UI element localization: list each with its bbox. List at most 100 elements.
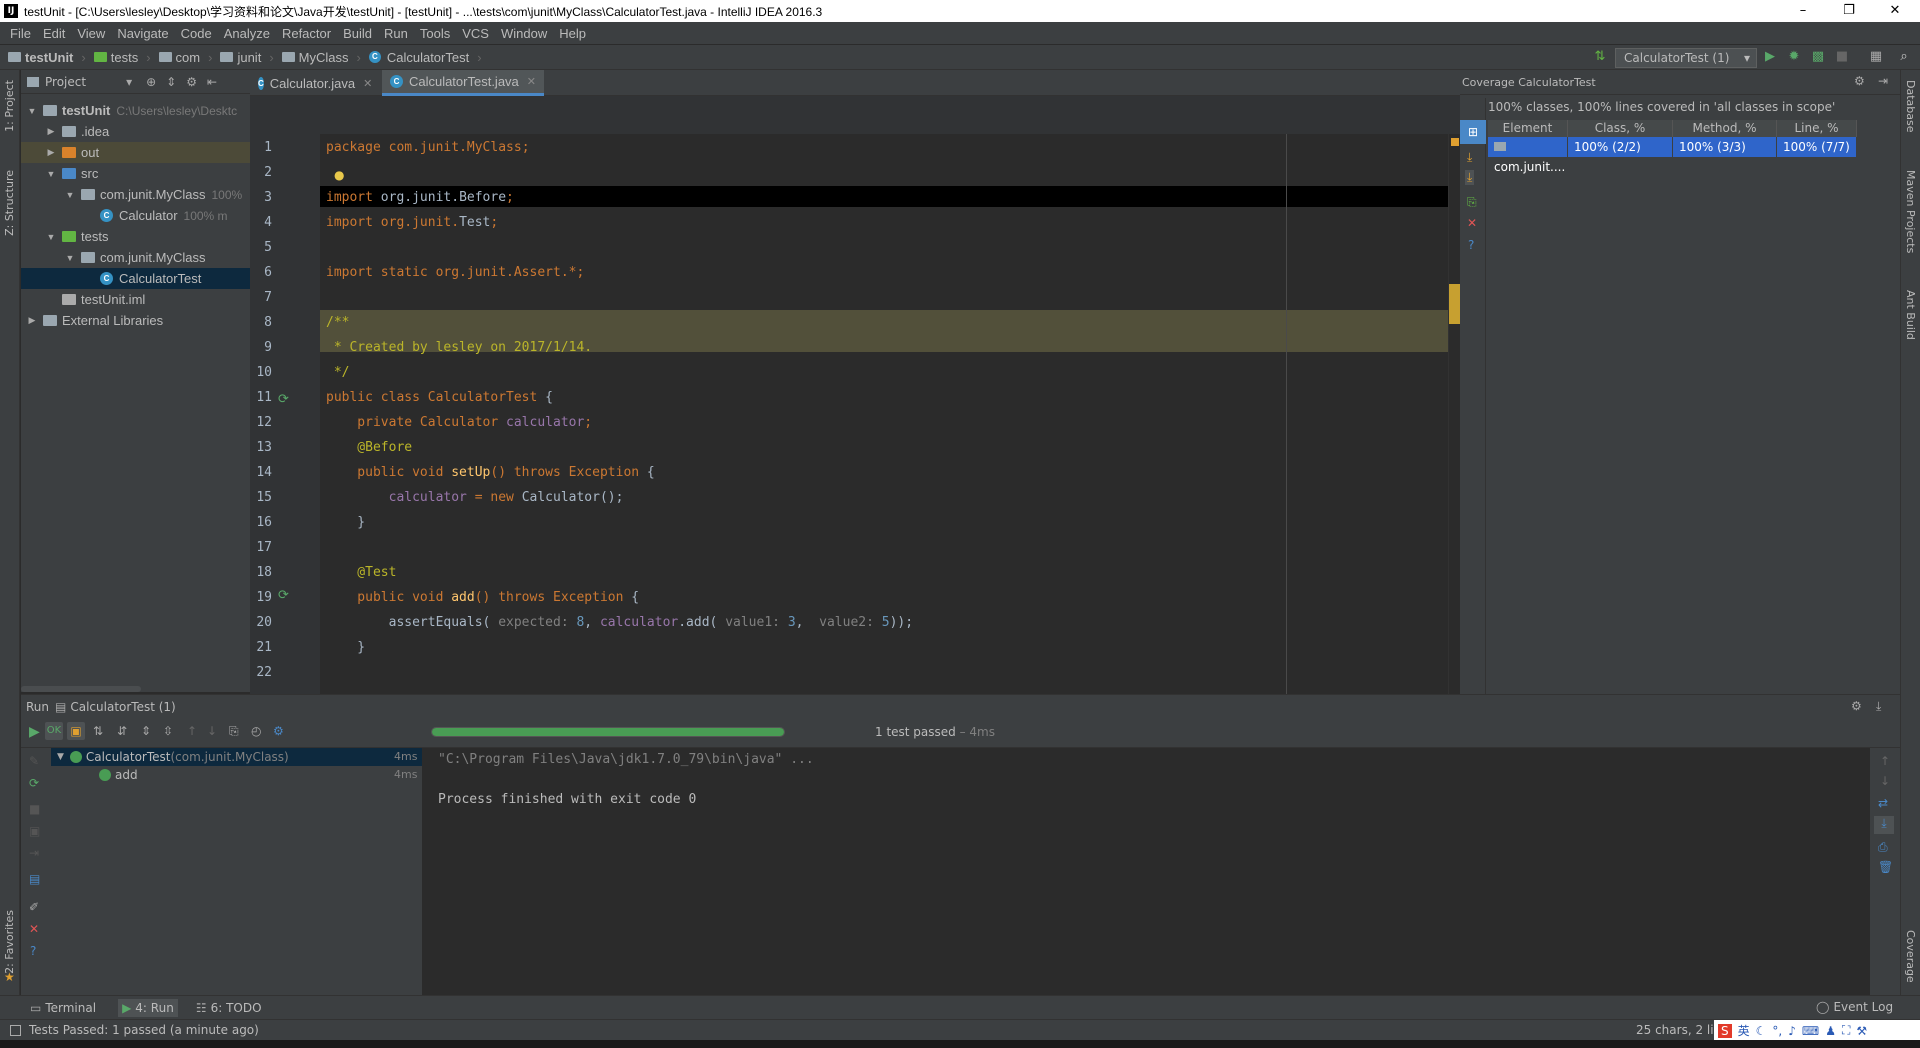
breadcrumb-myclass[interactable]: MyClass › [281,50,361,65]
tab-calculatortest-java[interactable]: C CalculatorTest.java ✕ [382,70,544,96]
coverage-tool-tab[interactable]: Coverage [1904,930,1917,983]
run-icon[interactable]: ▶ [1762,49,1778,65]
terminal-tool-tab[interactable]: ▭ Terminal [30,1001,96,1015]
gear-icon[interactable]: ⚙ [186,75,197,89]
breadcrumb-tests[interactable]: tests › [93,50,151,65]
tree-item-calculatortest[interactable]: C CalculatorTest [21,268,250,289]
stop-icon[interactable]: ■ [1834,49,1850,65]
rerun-icon[interactable]: ▶ [29,724,40,740]
coverage-col-line[interactable]: Line, % [1777,120,1857,137]
breadcrumb-junit[interactable]: junit › [220,50,274,65]
tab-calculator-java[interactable]: C Calculator.java ✕ [250,70,380,96]
clear-icon[interactable]: 🗑 [1878,860,1893,874]
menu-vcs[interactable]: VCS [456,26,495,41]
coverage-col-element[interactable]: Element [1488,120,1568,137]
tree-item--idea[interactable]: ▶ .idea [21,121,250,142]
run-config-dropdown[interactable]: CalculatorTest (1) ▾ [1615,48,1757,68]
toggle-auto-test-icon[interactable]: ⟳ [29,776,39,790]
structure-tool-tab[interactable]: Z: Structure [3,170,16,236]
sort-alpha-icon[interactable]: ⇅ [93,724,103,738]
generate-report-icon[interactable]: ⤓ [1467,150,1472,165]
history-icon[interactable]: ◴ [251,724,261,738]
coverage-run-icon[interactable]: ▩ [1810,49,1826,65]
close-tab-icon[interactable]: ✕ [363,77,372,90]
breadcrumb-testunit[interactable]: testUnit › [8,50,86,65]
hide-icon[interactable]: ⇤ [207,75,217,89]
up-icon[interactable]: ↑ [1880,754,1890,768]
highlight-marker[interactable] [1449,284,1460,324]
menu-edit[interactable]: Edit [37,26,71,41]
ant-tool-tab[interactable]: Ant Build [1904,290,1917,340]
run-tool-tab[interactable]: ▶ 4: Run [118,998,178,1017]
exit-icon[interactable]: ⇥ [29,846,39,860]
tree-item-external-libraries[interactable]: ▶ External Libraries [21,310,250,331]
project-structure-icon[interactable]: ▦ [1868,49,1884,65]
maven-tool-tab[interactable]: Maven Projects [1904,170,1917,253]
collapse-all-icon[interactable]: ⇕ [166,75,176,89]
export-icon[interactable]: ⎘ [229,724,239,739]
pin-tab-icon[interactable]: ✐ [29,900,39,914]
show-ignored-icon[interactable]: ▣ [67,722,85,740]
minimize-button[interactable]: – [1780,0,1826,22]
gear-icon[interactable]: ⚙ [273,724,284,738]
tree-item-testunit-iml[interactable]: testUnit.iml [21,289,250,310]
tree-item-src[interactable]: ▼ src [21,163,250,184]
menu-tools[interactable]: Tools [414,26,456,41]
input-method-bar[interactable]: S 英 ☾ °, ♪ ⌨ ♟ ⛶ ⚒ [1714,1020,1920,1041]
next-icon[interactable]: ↓ [207,724,217,738]
dump-threads-icon[interactable]: ▣ [29,824,40,838]
horizontal-scrollbar[interactable] [21,686,141,692]
search-icon[interactable]: ⌕ [1896,49,1912,65]
scroll-from-source-icon[interactable]: ⊕ [146,75,156,89]
close-tab-icon[interactable]: ✕ [527,75,536,88]
database-tool-tab[interactable]: Database [1904,80,1917,133]
flatten-packages-icon[interactable]: ⊞ [1460,120,1486,144]
favorites-tool-tab[interactable]: 2: Favorites [3,910,16,974]
sort-duration-icon[interactable]: ⇵ [117,724,127,738]
gear-icon[interactable]: ⚙ [1851,699,1862,713]
close-icon[interactable]: ✕ [1467,216,1477,230]
maximize-button[interactable]: ❐ [1826,0,1872,22]
tree-item-out[interactable]: ▶ out [21,142,250,163]
soft-wrap-icon[interactable]: ⇄ [1878,796,1888,810]
test-method-row[interactable]: add [99,768,138,782]
chevron-down-icon[interactable]: ▼ [46,169,56,179]
menu-build[interactable]: Build [337,26,378,41]
down-icon[interactable]: ↓ [1880,774,1890,788]
chevron-right-icon[interactable]: ▶ [46,126,56,137]
hide-icon[interactable]: ⤓ [1876,699,1881,714]
menu-file[interactable]: File [4,26,37,41]
event-log-tab[interactable]: ◯ Event Log [1816,1000,1893,1014]
close-icon[interactable]: ✕ [29,922,39,936]
layout-icon[interactable]: ▤ [29,872,40,886]
menu-window[interactable]: Window [495,26,553,41]
run-test-method-icon[interactable]: ⟳ [278,588,289,603]
menu-run[interactable]: Run [378,26,414,41]
tree-item-calculator[interactable]: C Calculator 100% m [21,205,250,226]
todo-tool-tab[interactable]: ☷ 6: TODO [196,1001,262,1015]
tree-item-testunit[interactable]: ▼ testUnit C:\Users\lesley\Desktc [21,100,250,121]
menu-refactor[interactable]: Refactor [276,26,337,41]
coverage-cell-element[interactable]: com.junit.... [1488,137,1568,174]
close-button[interactable]: ✕ [1872,0,1918,22]
breadcrumb-calculatortest[interactable]: C CalculatorTest › [368,50,482,65]
warning-marker[interactable] [1451,138,1459,146]
sort-icon[interactable]: ⇅ [1592,49,1608,65]
chevron-right-icon[interactable]: ▶ [27,315,37,326]
print-icon[interactable]: ⎙ [1878,840,1888,855]
tree-item-com-junit-myclass[interactable]: ▼ com.junit.MyClass [21,247,250,268]
status-toggle-icon[interactable] [10,1024,21,1036]
cursor-position[interactable]: 25 chars, 2 lin [1636,1023,1721,1037]
gear-icon[interactable]: ⚙ [1854,74,1865,88]
coverage-col-method[interactable]: Method, % [1673,120,1777,137]
help-icon[interactable]: ? [30,944,36,958]
menu-help[interactable]: Help [553,26,592,41]
expand-all-icon[interactable]: ⇕ [141,724,151,738]
pin-icon[interactable]: ✎ [29,754,39,768]
previous-icon[interactable]: ↑ [187,724,197,738]
run-test-class-icon[interactable]: ⟳ [278,392,289,407]
chevron-down-icon[interactable]: ▼ [65,190,75,200]
show-passed-icon[interactable]: OK [45,722,63,740]
chevron-down-icon[interactable]: ▼ [65,253,75,263]
project-tool-tab[interactable]: 1: Project [3,80,16,132]
